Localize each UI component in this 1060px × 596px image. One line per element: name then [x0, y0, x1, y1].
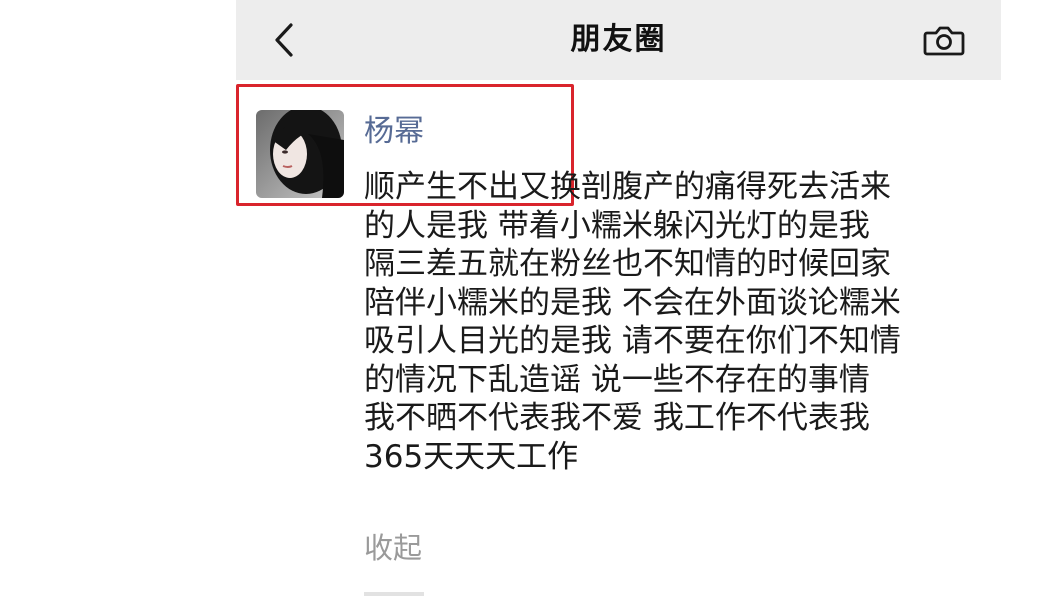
post-line: 的情况下乱造谣 说一些不存在的事情	[364, 361, 870, 398]
camera-icon	[923, 26, 965, 56]
post-line: 隔三差五就在粉丝也不知情的时候回家	[364, 246, 891, 282]
collapse-link[interactable]: 收起	[364, 528, 422, 568]
screenshot: 朋友圈 杨幂 顺产生不出又换剖腹产的痛得死去活来 的人是我 带着小糯米躲闪光灯的…	[0, 0, 1060, 596]
camera-button[interactable]	[921, 20, 967, 60]
next-post-stub	[364, 592, 424, 596]
post-line: 陪伴小糯米的是我 不会在外面谈论糯米	[364, 284, 901, 321]
post-line: 的人是我 带着小糯米躲闪光灯的是我	[364, 207, 870, 244]
page-title: 朋友圈	[570, 22, 667, 57]
post-content: 顺产生不出又换剖腹产的痛得死去活来 的人是我 带着小糯米躲闪光灯的是我 隔三差五…	[364, 168, 994, 476]
post-line: 顺产生不出又换剖腹产的痛得死去活来	[364, 169, 891, 205]
moments-page: 朋友圈 杨幂 顺产生不出又换剖腹产的痛得死去活来 的人是我 带着小糯米躲闪光灯的…	[236, 0, 1001, 596]
post-author[interactable]: 杨幂	[364, 112, 424, 152]
moments-post: 杨幂 顺产生不出又换剖腹产的痛得死去活来 的人是我 带着小糯米躲闪光灯的是我 隔…	[236, 80, 1001, 596]
navigation-bar: 朋友圈	[236, 0, 1001, 80]
post-line: 365天天天工作	[364, 438, 579, 475]
post-line: 我不晒不代表我不爱 我工作不代表我	[364, 400, 870, 436]
post-line: 吸引人目光的是我 请不要在你们不知情	[364, 323, 901, 359]
